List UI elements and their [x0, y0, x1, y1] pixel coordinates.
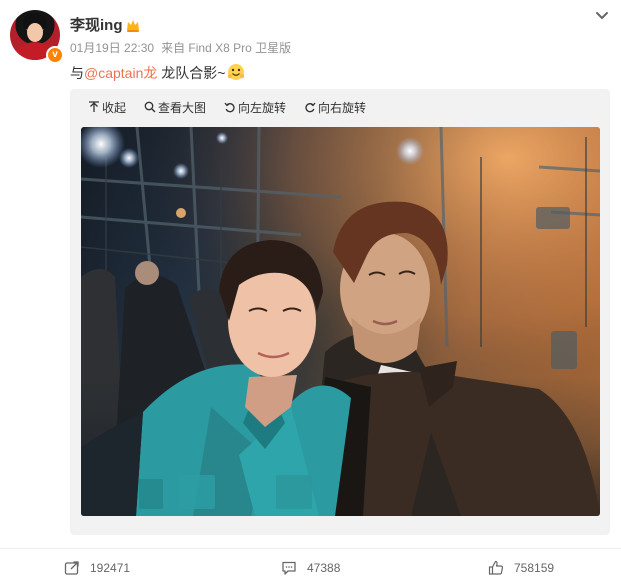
thumbs-up-icon [488, 560, 504, 575]
username[interactable]: 李现ing [70, 17, 123, 35]
rotate-right-icon [305, 102, 316, 113]
rotate-right-button[interactable]: 向右旋转 [304, 99, 366, 116]
view-large-label: 查看大图 [158, 100, 207, 115]
comment-icon [282, 561, 296, 575]
comment-count: 47388 [307, 561, 341, 575]
post-photo[interactable] [81, 127, 600, 516]
like-count: 758159 [514, 561, 555, 575]
forward-icon [64, 561, 79, 575]
rotate-left-label: 向左旋转 [238, 100, 287, 115]
magnifier-icon [144, 101, 156, 113]
avatar-face [27, 23, 43, 42]
media-container: 收起 查看大图 向左旋转 向右旋转 [70, 89, 610, 535]
collapse-label: 收起 [102, 100, 127, 115]
photo-illustration [81, 127, 600, 516]
view-large-button[interactable]: 查看大图 [144, 99, 206, 116]
mention-link[interactable]: @captain龙 [84, 65, 157, 81]
action-bar: 192471 47388 758159 [0, 548, 621, 586]
post-text: 与@captain龙 龙队合影~ [70, 63, 245, 82]
rotate-left-button[interactable]: 向左旋转 [224, 99, 286, 116]
post-meta: 01月19日 22:30 来自 Find X8 Pro 卫星版 [70, 40, 298, 56]
post-source: 来自 Find X8 Pro 卫星版 [161, 41, 292, 55]
hug-emoji-icon [227, 63, 245, 81]
collapse-button[interactable]: 收起 [88, 99, 126, 116]
rotate-left-icon [224, 102, 235, 113]
weibo-post-card: v 李现ing 01月19日 22:30 来自 Find X8 Pro 卫星版 与… [0, 0, 621, 587]
arrow-up-icon [89, 101, 99, 112]
forward-count: 192471 [90, 561, 131, 575]
post-text-suffix: 龙队合影~ [157, 65, 226, 81]
crown-icon[interactable] [125, 18, 141, 34]
comment-button[interactable]: 47388 [281, 559, 340, 577]
chevron-down-icon[interactable] [593, 7, 611, 25]
post-date[interactable]: 01月19日 22:30 [70, 41, 154, 55]
post-text-prefix: 与 [70, 65, 84, 81]
rotate-right-label: 向右旋转 [318, 100, 367, 115]
image-toolbar: 收起 查看大图 向左旋转 向右旋转 [88, 98, 384, 116]
forward-button[interactable]: 192471 [64, 559, 130, 577]
verified-badge-icon: v [46, 46, 64, 64]
like-button[interactable]: 758159 [488, 559, 554, 577]
